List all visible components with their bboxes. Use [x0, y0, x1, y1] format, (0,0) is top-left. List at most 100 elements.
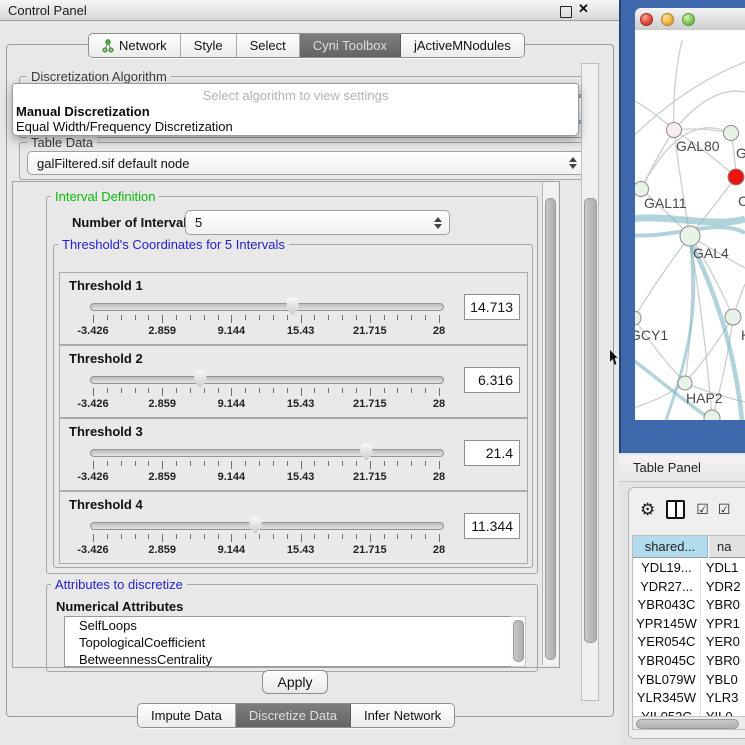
- table-row[interactable]: YLR345WYLR3: [633, 689, 745, 708]
- cell-shared-name: YER054C: [633, 633, 701, 652]
- cell-shared-name: YBL079W: [633, 671, 701, 690]
- node-hap2[interactable]: [678, 376, 692, 390]
- minor-tick: [425, 388, 426, 393]
- float-window-icon[interactable]: [560, 6, 572, 18]
- gear-icon[interactable]: ⚙︎: [640, 501, 655, 518]
- tab-label: Style: [194, 38, 223, 53]
- network-graph: GAL80GAGAL11CGAL4GCY1HHAP2: [620, 0, 745, 453]
- table-row[interactable]: YBR043CYBR0: [633, 596, 745, 615]
- node-label-gal80: GAL80: [676, 138, 720, 154]
- slider-knob[interactable]: [248, 515, 263, 534]
- slider-track[interactable]: [90, 449, 444, 457]
- stepper-arrows-icon[interactable]: [434, 217, 442, 229]
- tab-label: jActiveMNodules: [414, 38, 511, 53]
- node-label-c: C: [738, 193, 745, 209]
- tab-cyni-toolbox[interactable]: Cyni Toolbox: [300, 34, 401, 57]
- minor-tick: [384, 461, 385, 466]
- apply-button[interactable]: Apply: [262, 670, 328, 694]
- popup-option-equal-width-frequency[interactable]: Equal Width/Frequency Discretization: [16, 119, 233, 134]
- table-row[interactable]: YPR145WYPR1: [633, 615, 745, 634]
- slider-track[interactable]: [90, 522, 444, 530]
- table-row[interactable]: YDR27...YDR2: [633, 578, 745, 597]
- stepper-arrows-icon[interactable]: [569, 157, 577, 169]
- minor-tick: [190, 315, 191, 320]
- list-item-topologicalcoefficient[interactable]: TopologicalCoefficient: [65, 634, 511, 651]
- cell-name: YLR3: [701, 689, 745, 708]
- checkbox-icon[interactable]: ☑: [718, 502, 729, 516]
- node[interactable]: [724, 126, 739, 141]
- tab-jactivemnodules[interactable]: jActiveMNodules: [401, 34, 524, 57]
- scrollbar-thumb[interactable]: [513, 620, 524, 662]
- column-header-shared-name[interactable]: shared...: [633, 536, 708, 558]
- scrollbar-thumb[interactable]: [584, 198, 597, 643]
- threshold-value-field[interactable]: 21.4: [464, 440, 520, 466]
- table-row[interactable]: YDL19...YDL1: [633, 559, 745, 578]
- node-gcy1[interactable]: [627, 311, 641, 325]
- minor-tick: [190, 461, 191, 466]
- tick-label: 9.144: [218, 544, 246, 556]
- panel-scrollbar[interactable]: [581, 63, 599, 701]
- form-scrollbar[interactable]: [542, 182, 558, 665]
- major-tick: [93, 315, 94, 323]
- popup-option-manual-discretization[interactable]: Manual Discretization: [16, 104, 150, 119]
- node-gal80[interactable]: [667, 123, 682, 138]
- tab-network[interactable]: Network: [89, 34, 181, 57]
- node[interactable]: [725, 309, 741, 325]
- tick-label: 9.144: [218, 398, 246, 410]
- cell-shared-name: YBR045C: [633, 652, 701, 671]
- slider-knob[interactable]: [193, 369, 208, 388]
- cell-shared-name: YDR27...: [633, 578, 701, 597]
- table-rows: YDL19...YDL1YDR27...YDR2YBR043CYBR0YPR14…: [633, 559, 745, 716]
- group-title: Interval Definition: [51, 190, 159, 203]
- minor-tick: [259, 461, 260, 466]
- table-row[interactable]: YBR045CYBR0: [633, 652, 745, 671]
- minor-tick: [259, 534, 260, 539]
- slider-knob[interactable]: [285, 296, 300, 315]
- node-gal4[interactable]: [680, 226, 700, 246]
- list-item-betweennesscentrality[interactable]: BetweennessCentrality: [65, 651, 511, 667]
- threshold-box-2: Threshold 2-3.4262.8599.14415.4321.71528…: [59, 345, 528, 418]
- tab-impute-data[interactable]: Impute Data: [138, 704, 236, 727]
- threshold-label: Threshold 3: [69, 424, 143, 439]
- table-row[interactable]: YIL052CYIL0: [633, 708, 745, 716]
- minor-tick: [342, 534, 343, 539]
- tab-select[interactable]: Select: [237, 34, 300, 57]
- column-header-name[interactable]: na: [709, 536, 745, 558]
- threshold-value-field[interactable]: 6.316: [464, 367, 520, 393]
- minor-tick: [135, 315, 136, 320]
- threshold-value-field[interactable]: 14.713: [464, 294, 520, 320]
- node-selected[interactable]: [728, 169, 744, 185]
- threshold-value-field[interactable]: 11.344: [464, 513, 520, 539]
- table-data-combo[interactable]: galFiltered.sif default node: [27, 151, 585, 175]
- tick-label: 28: [433, 544, 445, 556]
- tab-style[interactable]: Style: [181, 34, 237, 57]
- number-of-intervals-combo[interactable]: 5: [185, 210, 450, 235]
- minor-tick: [176, 388, 177, 393]
- major-tick: [301, 534, 302, 542]
- close-icon[interactable]: ✕: [578, 1, 589, 17]
- minor-tick: [397, 315, 398, 320]
- table-row[interactable]: YER054CYER0: [633, 633, 745, 652]
- numerical-attributes-list[interactable]: SelfLoopsTopologicalCoefficientBetweenne…: [64, 616, 512, 667]
- table-horizontal-scrollbar[interactable]: [633, 716, 745, 729]
- scrollbar-thumb[interactable]: [545, 198, 556, 660]
- slider-track[interactable]: [90, 303, 444, 311]
- major-tick: [370, 534, 371, 542]
- node-table: shared... na YDL19...YDL1YDR27...YDR2YBR…: [632, 535, 745, 730]
- node[interactable]: [704, 410, 720, 426]
- slider-track[interactable]: [90, 376, 444, 384]
- tick-label: 2.859: [148, 325, 176, 337]
- table-panel-title: Table Panel: [633, 460, 701, 475]
- cell-name: YBR0: [701, 652, 745, 671]
- tick-label: 9.144: [218, 471, 246, 483]
- slider-knob[interactable]: [359, 442, 374, 461]
- checkbox-icon[interactable]: ☑: [696, 502, 707, 516]
- attributes-list-scrollbar[interactable]: [511, 616, 526, 667]
- list-item-selfloops[interactable]: SelfLoops: [65, 617, 511, 634]
- tab-discretize-data[interactable]: Discretize Data: [236, 704, 351, 727]
- scrollbar-thumb[interactable]: [636, 719, 739, 729]
- table-row[interactable]: YBL079WYBL0: [633, 671, 745, 690]
- tab-infer-network[interactable]: Infer Network: [351, 704, 454, 727]
- split-columns-icon[interactable]: [666, 500, 685, 519]
- minor-tick: [176, 315, 177, 320]
